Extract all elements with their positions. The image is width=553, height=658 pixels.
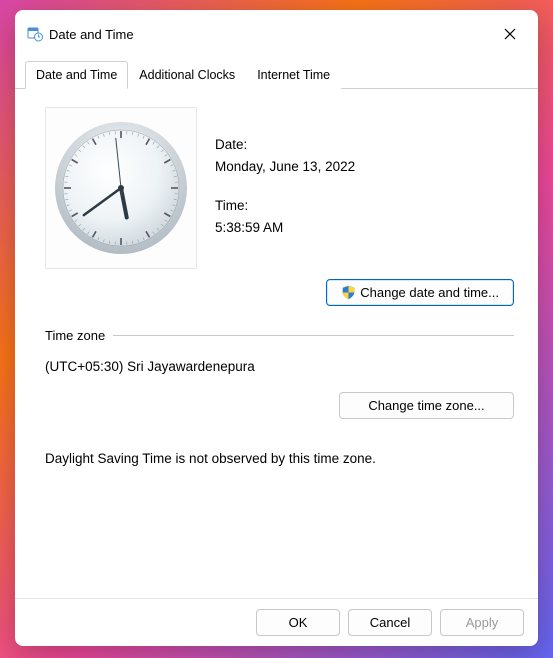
close-icon bbox=[504, 28, 516, 40]
tab-content: Date: Monday, June 13, 2022 Time: 5:38:5… bbox=[15, 89, 538, 598]
tab-internet-time[interactable]: Internet Time bbox=[246, 61, 341, 89]
divider bbox=[113, 335, 514, 336]
change-date-time-label: Change date and time... bbox=[360, 285, 499, 300]
window-title: Date and Time bbox=[49, 27, 494, 42]
timezone-section-header: Time zone bbox=[45, 328, 514, 343]
time-value: 5:38:59 AM bbox=[215, 218, 355, 238]
change-timezone-button[interactable]: Change time zone... bbox=[339, 392, 514, 419]
date-label: Date: bbox=[215, 135, 355, 155]
timezone-value: (UTC+05:30) Sri Jayawardenepura bbox=[45, 359, 514, 374]
close-button[interactable] bbox=[494, 20, 526, 48]
tab-additional-clocks[interactable]: Additional Clocks bbox=[128, 61, 246, 89]
analog-clock bbox=[45, 107, 197, 269]
date-time-readout: Date: Monday, June 13, 2022 Time: 5:38:5… bbox=[215, 107, 355, 256]
calendar-clock-icon bbox=[27, 26, 43, 42]
dst-note: Daylight Saving Time is not observed by … bbox=[45, 451, 514, 466]
uac-shield-icon bbox=[341, 285, 356, 300]
titlebar: Date and Time bbox=[15, 10, 538, 54]
time-label: Time: bbox=[215, 196, 355, 216]
ok-button[interactable]: OK bbox=[256, 609, 340, 636]
change-timezone-label: Change time zone... bbox=[368, 398, 484, 413]
timezone-section-label: Time zone bbox=[45, 328, 105, 343]
dialog-footer: OK Cancel Apply bbox=[15, 598, 538, 646]
date-value: Monday, June 13, 2022 bbox=[215, 157, 355, 177]
change-date-time-button[interactable]: Change date and time... bbox=[326, 279, 514, 306]
cancel-button[interactable]: Cancel bbox=[348, 609, 432, 636]
tab-date-and-time[interactable]: Date and Time bbox=[25, 61, 128, 89]
tab-strip: Date and Time Additional Clocks Internet… bbox=[15, 54, 538, 89]
apply-button[interactable]: Apply bbox=[440, 609, 524, 636]
date-time-dialog: Date and Time Date and Time Additional C… bbox=[15, 10, 538, 646]
